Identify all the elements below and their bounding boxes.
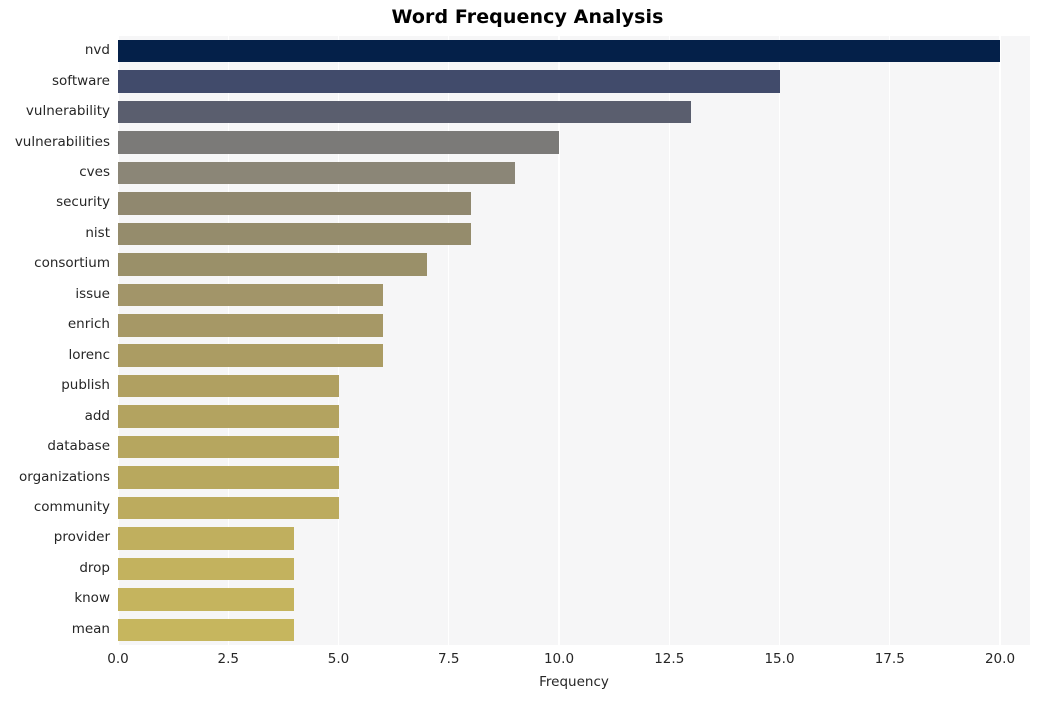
bar-row bbox=[118, 618, 1030, 642]
y-axis-tick-labels: nvd software vulnerability vulnerabilities c… bbox=[0, 36, 110, 645]
y-tick-label-vulnerability: vulnerability bbox=[25, 103, 110, 120]
bar-row bbox=[118, 374, 1030, 398]
y-tick-label-vulnerabilities: vulnerabilities bbox=[14, 133, 110, 150]
y-tick-label-cves: cves bbox=[79, 164, 110, 181]
bar-row bbox=[118, 405, 1030, 428]
bar-row bbox=[118, 192, 1030, 215]
y-tick-label-provider: provider bbox=[53, 529, 110, 546]
bar-provider[interactable] bbox=[118, 527, 295, 550]
y-tick-label-software: software bbox=[52, 72, 110, 89]
x-axis-tick-labels: 0.0 2.5 5.0 7.5 10.0 12.5 15.0 17.5 20.0 bbox=[107, 645, 1030, 669]
y-tick-label-database: database bbox=[47, 438, 110, 455]
bar-row bbox=[118, 466, 1030, 489]
y-tick-label-enrich: enrich bbox=[67, 316, 110, 333]
bar-row bbox=[118, 435, 1030, 459]
bar-organizations[interactable] bbox=[118, 466, 339, 489]
x-tick-label-20.0: 20.0 bbox=[984, 651, 1016, 667]
bar-row bbox=[118, 253, 1030, 276]
bar-row bbox=[118, 222, 1030, 246]
bar-row bbox=[118, 100, 1030, 124]
bar-row bbox=[118, 557, 1030, 581]
bar-community[interactable] bbox=[118, 496, 339, 520]
bar-nist[interactable] bbox=[118, 222, 471, 246]
x-tick-label-7.5: 7.5 bbox=[438, 651, 460, 667]
y-tick-label-issue: issue bbox=[75, 285, 110, 302]
y-tick-label-nvd: nvd bbox=[84, 42, 110, 59]
bar-security[interactable] bbox=[118, 192, 471, 215]
x-tick-label-5.0: 5.0 bbox=[327, 651, 350, 667]
bar-row bbox=[118, 344, 1030, 367]
bar-drop[interactable] bbox=[118, 557, 295, 581]
bar-cves[interactable] bbox=[118, 161, 515, 185]
bar-vulnerabilities[interactable] bbox=[118, 131, 559, 154]
x-tick-label-17.5: 17.5 bbox=[874, 651, 905, 667]
y-tick-label-consortium: consortium bbox=[34, 255, 110, 272]
bar-database[interactable] bbox=[118, 435, 339, 459]
bar-software[interactable] bbox=[118, 70, 780, 93]
x-tick-label-10.0: 10.0 bbox=[543, 651, 575, 667]
x-tick-label-12.5: 12.5 bbox=[654, 651, 685, 667]
bar-row bbox=[118, 588, 1030, 611]
bar-vulnerability[interactable] bbox=[118, 100, 692, 124]
y-tick-label-organizations: organizations bbox=[19, 468, 110, 485]
bar-know[interactable] bbox=[118, 588, 295, 611]
bar-publish[interactable] bbox=[118, 374, 339, 398]
bar-row bbox=[118, 527, 1030, 550]
bar-row bbox=[118, 314, 1030, 337]
bar-issue[interactable] bbox=[118, 283, 383, 307]
bar-row bbox=[118, 283, 1030, 307]
bar-enrich[interactable] bbox=[118, 314, 383, 337]
y-tick-label-security: security bbox=[56, 194, 110, 211]
y-tick-label-lorenc: lorenc bbox=[68, 346, 110, 363]
chart-title: Word Frequency Analysis bbox=[391, 6, 664, 28]
bar-row bbox=[118, 161, 1030, 185]
x-axis-label: Frequency bbox=[539, 674, 609, 690]
x-tick-label-2.5: 2.5 bbox=[217, 651, 239, 667]
x-tick-label-0.0: 0.0 bbox=[107, 651, 129, 667]
y-tick-label-mean: mean bbox=[71, 620, 110, 637]
bar-row bbox=[118, 131, 1030, 154]
bar-mean[interactable] bbox=[118, 618, 295, 642]
bar-row bbox=[118, 496, 1030, 520]
bar-consortium[interactable] bbox=[118, 253, 427, 276]
y-tick-label-nist: nist bbox=[85, 224, 110, 241]
y-tick-label-know: know bbox=[74, 590, 110, 607]
x-tick-label-15.0: 15.0 bbox=[764, 651, 795, 667]
y-tick-label-add: add bbox=[84, 407, 110, 424]
bar-lorenc[interactable] bbox=[118, 344, 383, 367]
bar-add[interactable] bbox=[118, 405, 339, 428]
chart-figure: Word Frequency Analysis nvd software vulne… bbox=[0, 0, 1055, 701]
y-tick-label-community: community bbox=[33, 498, 110, 515]
plot-area bbox=[118, 36, 1030, 645]
bar-nvd[interactable] bbox=[118, 39, 1000, 63]
y-tick-label-publish: publish bbox=[61, 377, 110, 394]
y-tick-label-drop: drop bbox=[79, 559, 110, 576]
bar-row bbox=[118, 70, 1030, 93]
bar-row bbox=[118, 39, 1030, 63]
bars-group bbox=[118, 36, 1030, 645]
